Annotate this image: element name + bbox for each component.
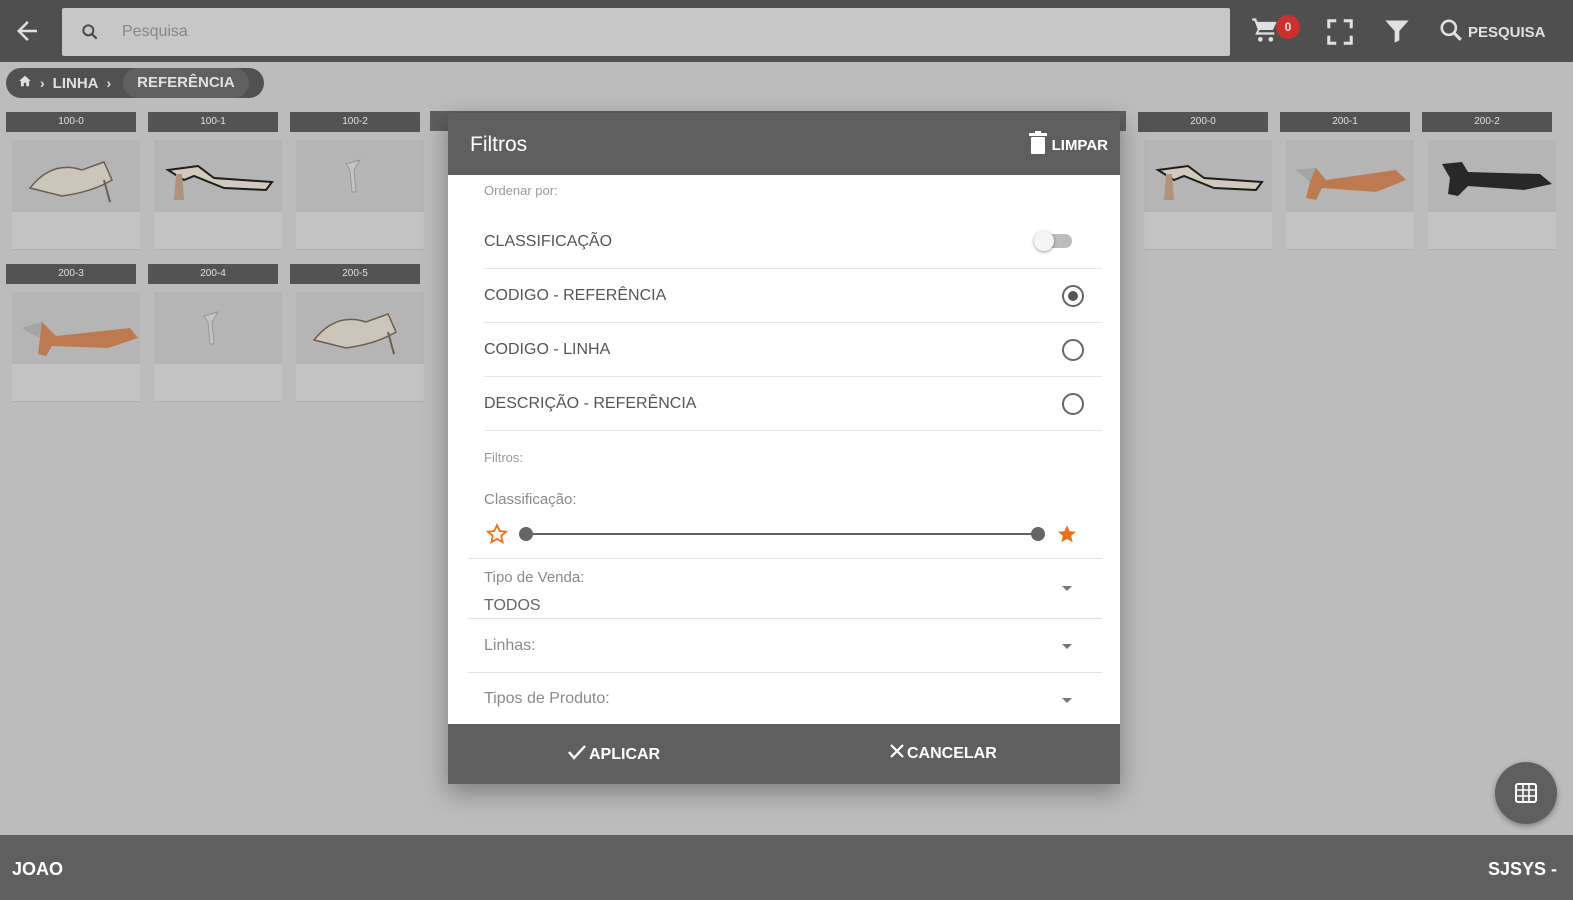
dialog-footer: APLICAR CANCELAR bbox=[448, 724, 1120, 784]
sort-option-label: CODIGO - REFERÊNCIA bbox=[484, 287, 667, 304]
select-label: Tipos de Produto: bbox=[484, 690, 610, 707]
select-label: Tipo de Venda: bbox=[484, 569, 585, 586]
check-icon bbox=[568, 744, 586, 765]
select-tipos-de-produto[interactable]: Tipos de Produto: bbox=[468, 673, 1102, 724]
select-value: TODOS bbox=[484, 597, 541, 614]
dialog-title: Filtros bbox=[470, 133, 528, 156]
clear-button-label: LIMPAR bbox=[1051, 136, 1108, 154]
select-tipo-de-venda[interactable]: Tipo de Venda: TODOS bbox=[468, 559, 1102, 619]
radio-codigo-linha[interactable] bbox=[1062, 339, 1084, 361]
sort-option-classificacao[interactable]: CLASSIFICAÇÃO bbox=[484, 215, 1102, 269]
classification-label: Classificação: bbox=[484, 491, 577, 508]
apply-button-label: APLICAR bbox=[589, 745, 661, 763]
dialog-header: Filtros LIMPAR bbox=[448, 113, 1120, 175]
sort-option-descricao-referencia[interactable]: DESCRIÇÃO - REFERÊNCIA bbox=[484, 377, 1102, 431]
sort-option-codigo-linha[interactable]: CODIGO - LINHA bbox=[484, 323, 1102, 377]
star-filled-icon bbox=[1056, 523, 1078, 550]
filters-dialog: Filtros LIMPAR Ordenar por: CLASSIFICAÇÃ… bbox=[448, 113, 1120, 784]
slider-max-handle[interactable] bbox=[1031, 527, 1045, 541]
sort-option-label: CLASSIFICAÇÃO bbox=[484, 233, 613, 250]
select-label: Linhas: bbox=[484, 637, 536, 654]
dropdown-arrow-icon bbox=[1062, 586, 1072, 591]
sort-option-codigo-referencia[interactable]: CODIGO - REFERÊNCIA bbox=[484, 269, 1102, 323]
classification-range-slider[interactable] bbox=[519, 527, 1045, 541]
radio-descricao-referencia[interactable] bbox=[1062, 393, 1084, 415]
radio-codigo-referencia[interactable] bbox=[1062, 285, 1084, 307]
dropdown-arrow-icon bbox=[1062, 644, 1072, 649]
sort-option-label: DESCRIÇÃO - REFERÊNCIA bbox=[484, 395, 697, 412]
sort-option-label: CODIGO - LINHA bbox=[484, 341, 611, 358]
dropdown-arrow-icon bbox=[1062, 698, 1072, 703]
cancel-button-label: CANCELAR bbox=[907, 744, 997, 762]
cancel-button[interactable]: CANCELAR bbox=[890, 744, 997, 763]
select-linhas[interactable]: Linhas: bbox=[468, 619, 1102, 673]
user-name: JOAO bbox=[12, 859, 64, 879]
grid-view-fab[interactable] bbox=[1495, 762, 1557, 824]
filters-section-label: Filtros: bbox=[484, 450, 523, 465]
table-icon bbox=[1515, 783, 1537, 803]
close-icon bbox=[890, 744, 904, 763]
slider-min-handle[interactable] bbox=[519, 527, 533, 541]
brand-label: SJSYS - bbox=[1487, 859, 1557, 879]
classificacao-toggle[interactable] bbox=[1034, 231, 1072, 251]
bottom-status-bar: JOAO SJSYS - bbox=[0, 835, 1573, 900]
clear-button[interactable]: LIMPAR bbox=[1028, 131, 1108, 159]
star-outline-icon bbox=[485, 523, 509, 550]
apply-button[interactable]: APLICAR bbox=[568, 744, 660, 765]
sort-section-label: Ordenar por: bbox=[484, 183, 558, 198]
trash-icon bbox=[1028, 131, 1048, 159]
